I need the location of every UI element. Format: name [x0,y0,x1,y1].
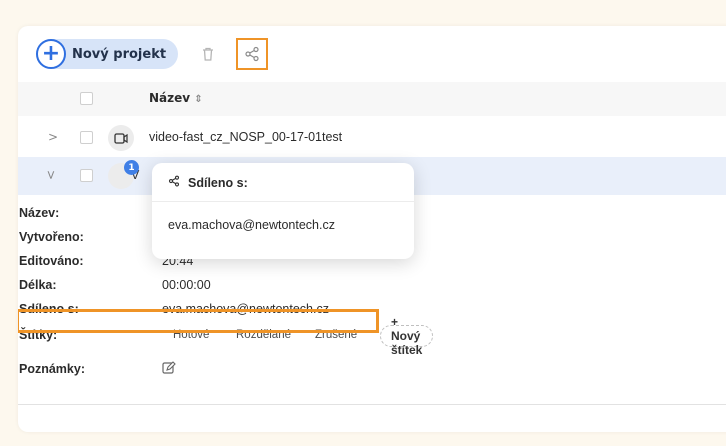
share-icon [168,175,180,190]
projects-card: + Nový projekt Název ⇕ > video-fast_cz_N… [18,26,726,432]
sort-icon[interactable]: ⇕ [194,94,202,105]
detail-label: Název: [19,206,60,220]
plus-icon: + [36,39,66,69]
table-row[interactable]: > video-fast_cz_NOSP_00-17-01test [18,120,726,156]
share-icon[interactable] [236,38,269,70]
popup-email: eva.machova@newtontech.cz [168,218,335,232]
popup-header: Sdíleno s: [168,175,248,190]
row-checkbox[interactable] [80,131,93,144]
detail-label: Editováno: [19,254,84,268]
shared-highlight [18,309,379,333]
row-name: video-fast_cz_NOSP_00-17-01test [149,130,343,144]
shared-count-badge[interactable]: 1 [124,160,139,175]
chevron-right-icon[interactable]: > [48,130,58,144]
edit-icon[interactable] [162,361,176,378]
trash-icon[interactable] [194,40,222,68]
popup-title: Sdíleno s: [188,175,248,190]
new-project-button[interactable]: + Nový projekt [36,39,179,69]
toolbar: + Nový projekt [36,38,269,70]
popup-divider [152,201,414,202]
table-header: Název ⇕ [18,82,726,116]
detail-label: Poznámky: [19,362,85,376]
chevron-down-icon[interactable]: > [44,170,58,180]
select-all-checkbox[interactable] [80,92,93,105]
row-checkbox[interactable] [80,169,93,182]
divider [18,404,726,405]
detail-label: Vytvořeno: [19,230,84,244]
detail-value: 00:00:00 [162,278,211,292]
new-project-label: Nový projekt [72,46,167,62]
column-header-name[interactable]: Název ⇕ [149,91,203,105]
video-icon[interactable] [108,125,134,151]
new-tag-button[interactable]: + Nový štítek [380,315,434,357]
shared-popup: Sdíleno s: eva.machova@newtontech.cz [152,163,414,259]
detail-label: Délka: [19,278,57,292]
